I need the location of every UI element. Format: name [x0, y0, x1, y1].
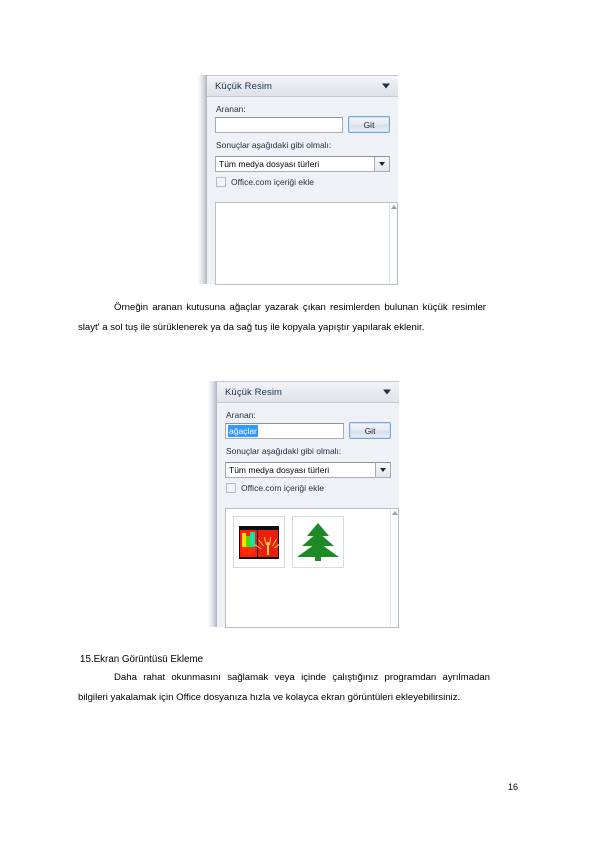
search-input-value: ağaçlar [228, 424, 258, 437]
abstract-colorful-trees-clipart [239, 525, 279, 559]
search-row: ağaçlar Git [225, 422, 391, 439]
include-office-content-label: Office.com içeriği ekle [231, 177, 314, 187]
task-pane-splitter[interactable] [198, 75, 207, 284]
search-field-label: Aranan: [216, 104, 246, 114]
green-fir-tree-clipart [296, 522, 340, 562]
include-office-content-checkbox[interactable] [226, 483, 236, 493]
task-pane-content: Aranan: Git Sonuçlar aşağıdaki gibi olma… [207, 97, 398, 187]
clipart-result-item[interactable] [292, 516, 344, 568]
clipart-results-grid [226, 509, 398, 568]
paragraph-clipart-usage-text: Örneğin aranan kutusuna ağaçlar yazarak … [78, 302, 486, 333]
chevron-down-icon[interactable] [375, 463, 390, 477]
task-pane-body: Küçük Resim Aranan: ağaçlar Git Sonuçlar… [217, 381, 399, 628]
media-type-row: Tüm medya dosyası türleri [215, 156, 390, 172]
task-pane-splitter[interactable] [208, 381, 217, 627]
chevron-down-icon[interactable] [382, 83, 390, 89]
scroll-up-icon[interactable] [391, 205, 397, 209]
results-filter-label: Sonuçlar aşağıdaki gibi olmalı: [216, 140, 332, 150]
clipart-result-item[interactable] [233, 516, 285, 568]
results-area [225, 508, 399, 628]
media-type-value: Tüm medya dosyası türleri [219, 159, 320, 169]
section-heading-text: 15.Ekran Görüntüsü Ekleme [80, 654, 204, 665]
scroll-up-icon[interactable] [392, 511, 398, 515]
media-type-select[interactable]: Tüm medya dosyası türleri [225, 462, 391, 478]
go-button[interactable]: Git [348, 116, 390, 133]
go-button-label: Git [364, 425, 376, 436]
search-row: Git [215, 116, 390, 133]
chevron-down-icon[interactable] [374, 157, 389, 171]
results-scrollbar[interactable] [390, 509, 398, 627]
include-office-content-label: Office.com içeriği ekle [241, 483, 324, 493]
go-button[interactable]: Git [349, 422, 391, 439]
paragraph-clipart-usage: Örneğin aranan kutusuna ağaçlar yazarak … [78, 298, 486, 338]
media-type-row: Tüm medya dosyası türleri [225, 462, 391, 478]
chevron-down-icon[interactable] [383, 389, 391, 395]
task-pane-titlebar: Küçük Resim [217, 382, 399, 403]
task-pane-content: Aranan: ağaçlar Git Sonuçlar aşağıdaki g… [217, 403, 399, 493]
clipart-task-pane-screenshot-1: Küçük Resim Aranan: Git Sonuçlar aşağıda… [198, 75, 398, 285]
media-type-value: Tüm medya dosyası türleri [229, 465, 330, 475]
page-number: 16 [508, 782, 518, 792]
results-filter-label: Sonuçlar aşağıdaki gibi olmalı: [226, 446, 342, 456]
document-page: Küçük Resim Aranan: Git Sonuçlar aşağıda… [0, 0, 596, 842]
paragraph-screenshot-intro-text: Daha rahat okunmasını sağlamak veya için… [78, 672, 490, 703]
media-type-select[interactable]: Tüm medya dosyası türleri [215, 156, 390, 172]
search-field-label: Aranan: [226, 410, 256, 420]
include-office-content-row[interactable]: Office.com içeriği ekle [215, 177, 390, 187]
section-heading-screenshot: 15.Ekran Görüntüsü Ekleme [80, 651, 203, 669]
include-office-content-checkbox[interactable] [216, 177, 226, 187]
results-area [215, 202, 398, 285]
clipart-task-pane-screenshot-2: Küçük Resim Aranan: ağaçlar Git Sonuçlar… [208, 381, 399, 628]
search-input[interactable] [215, 116, 343, 133]
task-pane-title: Küçük Resim [225, 386, 283, 398]
paragraph-screenshot-intro: Daha rahat okunmasını sağlamak veya için… [78, 668, 490, 708]
task-pane-body: Küçük Resim Aranan: Git Sonuçlar aşağıda… [207, 75, 398, 285]
page-number-text: 16 [508, 782, 519, 792]
include-office-content-row[interactable]: Office.com içeriği ekle [225, 483, 391, 493]
task-pane-title: Küçük Resim [215, 80, 273, 92]
task-pane-titlebar: Küçük Resim [207, 76, 398, 97]
results-scrollbar[interactable] [389, 203, 397, 284]
search-input[interactable]: ağaçlar [225, 422, 344, 439]
go-button-label: Git [363, 119, 375, 130]
